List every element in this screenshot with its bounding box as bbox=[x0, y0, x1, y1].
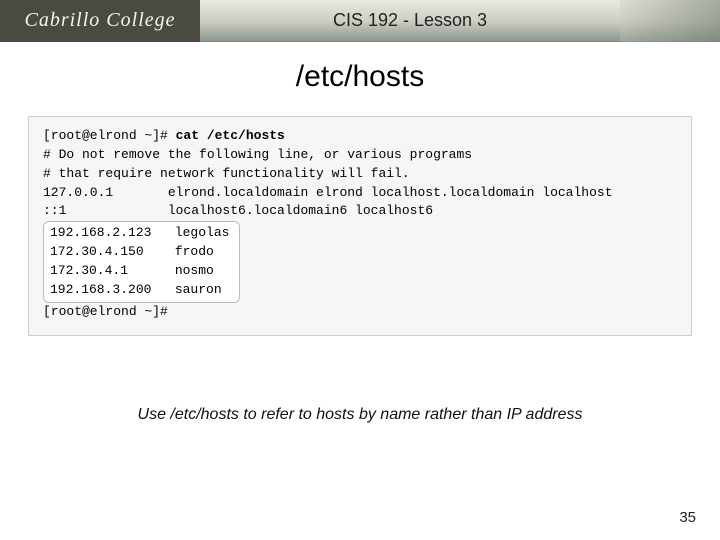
command: cat /etc/hosts bbox=[176, 128, 285, 143]
host-entry: 192.168.2.123 legolas bbox=[50, 224, 229, 243]
terminal-line: [root@elrond ~]# bbox=[43, 303, 677, 322]
slide-header: Cabrillo College CIS 192 - Lesson 3 bbox=[0, 0, 720, 42]
terminal-line: [root@elrond ~]# cat /etc/hosts bbox=[43, 127, 677, 146]
page-title: /etc/hosts bbox=[0, 60, 720, 94]
terminal-output: [root@elrond ~]# cat /etc/hosts # Do not… bbox=[28, 116, 692, 336]
page-number: 35 bbox=[679, 509, 696, 526]
terminal-line: 127.0.0.1 elrond.localdomain elrond loca… bbox=[43, 184, 677, 203]
prompt: [root@elrond ~]# bbox=[43, 128, 176, 143]
college-logo: Cabrillo College bbox=[0, 0, 200, 42]
terminal-line: # that require network functionality wil… bbox=[43, 165, 677, 184]
terminal-line: ::1 localhost6.localdomain6 localhost6 bbox=[43, 202, 677, 221]
host-entry: 172.30.4.1 nosmo bbox=[50, 262, 229, 281]
header-photo bbox=[620, 0, 720, 42]
logo-text: Cabrillo College bbox=[25, 9, 176, 32]
host-entry: 192.168.3.200 sauron bbox=[50, 281, 229, 300]
terminal-line: # Do not remove the following line, or v… bbox=[43, 146, 677, 165]
slide-caption: Use /etc/hosts to refer to hosts by name… bbox=[0, 406, 720, 424]
highlighted-hosts: 192.168.2.123 legolas 172.30.4.150 frodo… bbox=[43, 221, 240, 302]
host-entry: 172.30.4.150 frodo bbox=[50, 243, 229, 262]
